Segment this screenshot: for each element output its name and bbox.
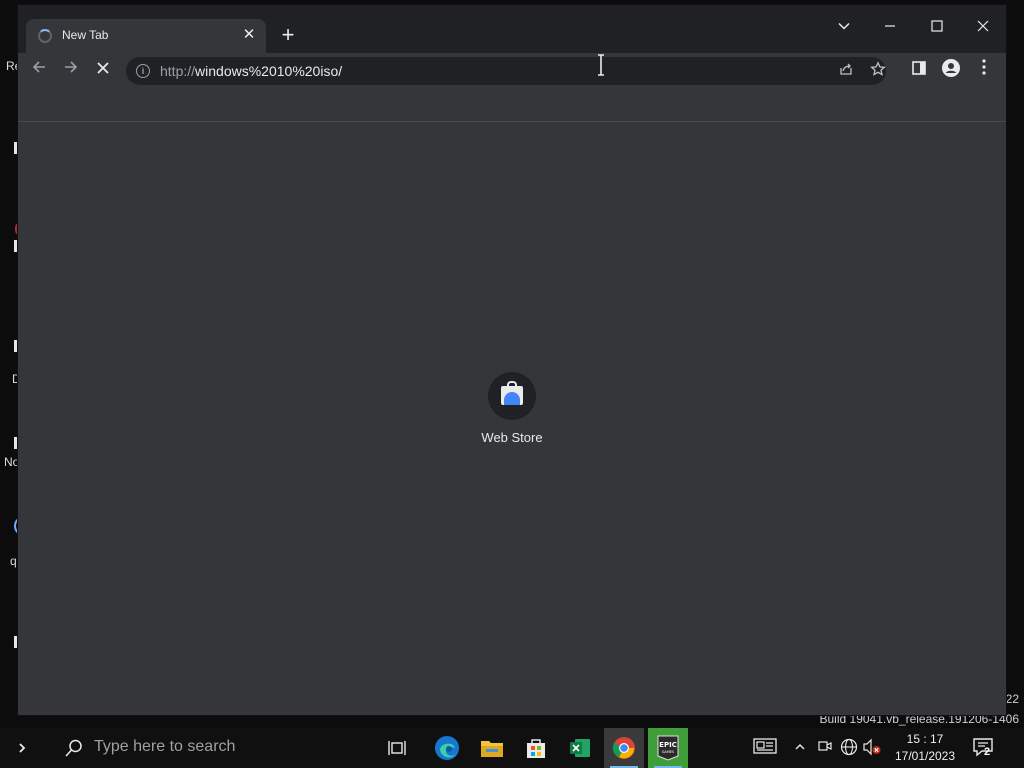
taskbar-search[interactable]: Type here to search	[48, 728, 368, 768]
new-tab-button[interactable]: +	[276, 23, 300, 47]
tab-title: New Tab	[62, 28, 109, 42]
excel-icon	[570, 739, 590, 757]
search-icon	[65, 739, 82, 757]
star-icon	[870, 61, 886, 76]
svg-text:GAMES: GAMES	[662, 750, 675, 754]
chevron-up-icon	[795, 744, 805, 750]
close-window-button[interactable]	[961, 11, 1005, 41]
stop-icon	[97, 62, 109, 74]
volume-button[interactable]	[862, 738, 882, 758]
url-host: windows%2010%20iso/	[195, 63, 343, 79]
notification-count-badge: 2	[984, 746, 991, 758]
web-store-icon	[488, 372, 536, 420]
browser-window: New Tab ✕ + i http://windows%2010%20iso/	[18, 5, 1006, 715]
tab-new-tab[interactable]: New Tab ✕	[26, 19, 266, 53]
tab-strip: New Tab ✕ +	[18, 5, 1006, 53]
loading-spinner-icon	[38, 29, 52, 43]
maximize-icon	[931, 20, 943, 32]
url-text[interactable]: http://windows%2010%20iso/	[160, 63, 342, 79]
text-cursor-icon	[598, 54, 604, 76]
show-hidden-icons-button[interactable]	[790, 738, 810, 758]
news-icon	[753, 738, 777, 754]
minimize-button[interactable]	[868, 11, 912, 41]
person-icon	[942, 59, 960, 77]
share-button[interactable]	[836, 61, 856, 81]
forward-button[interactable]	[58, 58, 84, 84]
meet-now-button[interactable]	[815, 738, 835, 758]
desktop-icon-label: No	[4, 455, 19, 469]
share-icon	[840, 63, 852, 75]
globe-icon	[840, 738, 858, 756]
excel-taskbar-button[interactable]	[560, 728, 600, 768]
task-view-icon	[388, 741, 406, 755]
windows-watermark-line1: 22	[1005, 692, 1019, 706]
stop-loading-button[interactable]	[90, 58, 116, 84]
url-scheme: http://	[160, 63, 196, 79]
bookmark-bar	[18, 89, 1006, 122]
chevron-right-icon	[19, 743, 26, 753]
chrome-icon	[612, 737, 635, 759]
volume-muted-icon	[863, 738, 881, 756]
tab-search-button[interactable]	[822, 11, 866, 41]
bookmark-star-button[interactable]	[868, 61, 888, 81]
arrow-left-icon	[32, 61, 45, 73]
clock-time: 15 : 17	[906, 732, 944, 746]
edge-icon	[435, 736, 459, 760]
news-button[interactable]	[752, 738, 778, 758]
kebab-menu-icon	[982, 59, 986, 75]
action-center-button[interactable]: 2	[972, 736, 996, 760]
chrome-taskbar-button[interactable]	[604, 728, 644, 768]
arrow-right-icon	[65, 61, 78, 73]
back-button[interactable]	[26, 58, 52, 84]
microsoft-store-taskbar-button[interactable]	[516, 728, 556, 768]
store-icon	[527, 739, 545, 758]
search-placeholder: Type here to search	[94, 738, 236, 755]
side-panel-button[interactable]	[906, 58, 932, 84]
taskbar: Type here to search EPIC GAMES 15 : 17 17…	[0, 728, 1024, 768]
file-explorer-taskbar-button[interactable]	[472, 728, 512, 768]
folder-icon	[481, 741, 503, 757]
epic-games-taskbar-button[interactable]: EPIC GAMES	[648, 728, 688, 768]
profile-button[interactable]	[938, 58, 964, 84]
start-button[interactable]	[2, 728, 42, 768]
address-bar[interactable]: i http://windows%2010%20iso/	[126, 57, 886, 85]
close-icon	[977, 20, 989, 32]
browser-toolbar: i http://windows%2010%20iso/	[18, 53, 1006, 89]
network-button[interactable]	[839, 738, 859, 758]
clock-date: 17/01/2023	[894, 749, 956, 763]
notification-icon	[973, 738, 993, 757]
taskbar-clock[interactable]: 15 : 17 17/01/2023	[888, 731, 962, 765]
task-view-button[interactable]	[378, 728, 418, 768]
edge-taskbar-button[interactable]	[427, 728, 467, 768]
shortcut-label: Web Store	[481, 430, 543, 445]
side-panel-icon	[912, 61, 926, 75]
tab-close-icon[interactable]: ✕	[240, 26, 258, 44]
shortcut-web-store[interactable]: Web Store	[470, 372, 554, 462]
site-info-icon[interactable]: i	[136, 64, 150, 78]
browser-menu-button[interactable]	[971, 58, 997, 84]
maximize-button[interactable]	[915, 11, 959, 41]
camera-icon	[818, 741, 832, 751]
chevron-down-icon	[838, 22, 850, 30]
epic-games-icon: EPICGAMES	[657, 735, 679, 761]
new-tab-page: Web Store	[18, 122, 1006, 715]
minimize-icon	[885, 25, 895, 27]
svg-text:EPIC: EPIC	[659, 741, 677, 749]
